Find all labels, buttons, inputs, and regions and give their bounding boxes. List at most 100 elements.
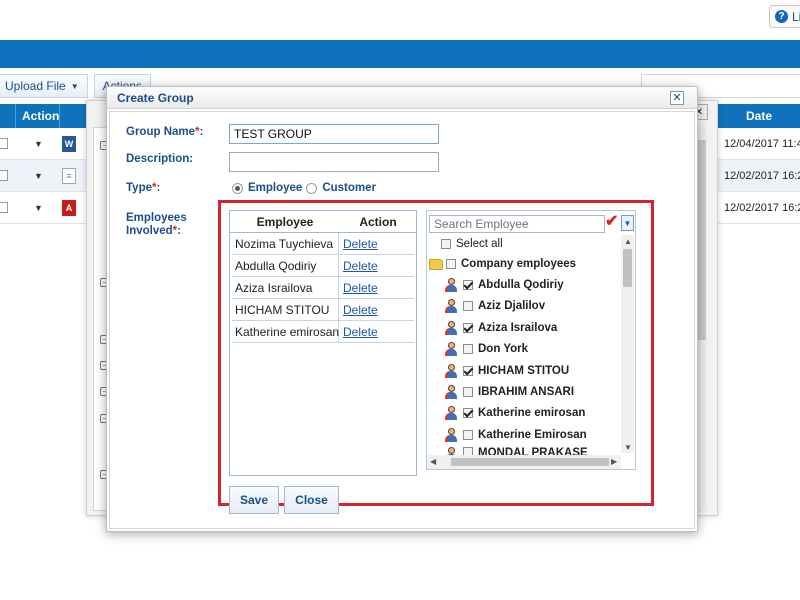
action-column-header: Action: [359, 215, 397, 229]
tree-employee-item[interactable]: Katherine Emirosan: [445, 426, 587, 444]
help-icon: ?: [775, 10, 788, 23]
employee-checkbox[interactable]: [463, 387, 473, 397]
tree-employee-item[interactable]: Abdulla Qodiriy: [445, 276, 564, 294]
select-all-checkbox[interactable]: [441, 239, 451, 249]
employee-checkbox[interactable]: [463, 344, 473, 354]
help-label: Li: [792, 9, 800, 24]
customer-radio[interactable]: [306, 182, 318, 194]
scroll-down-icon[interactable]: ▼: [624, 443, 632, 452]
delete-link[interactable]: Delete: [339, 237, 378, 251]
delete-link[interactable]: Delete: [339, 325, 378, 339]
table-row[interactable]: ▼ ≡: [0, 160, 86, 192]
employee-checkbox[interactable]: [463, 280, 473, 290]
tree-vertical-scroll-thumb[interactable]: [623, 249, 632, 287]
employee-name: Nozima Tuychieva: [232, 233, 339, 254]
close-button[interactable]: Close: [284, 486, 339, 514]
upload-file-label: Upload File: [5, 79, 66, 93]
employee-tree-selector: ✔ ▼ Select all Company employees Abdulla…: [426, 210, 636, 470]
table-row: Abdulla Qodiriy Delete: [232, 255, 414, 277]
pdf-file-icon: A: [62, 199, 76, 216]
employee-checkbox[interactable]: [463, 447, 473, 455]
person-icon: [445, 428, 457, 442]
selected-employees-table: Employee Action Nozima Tuychieva Delete …: [229, 210, 417, 476]
delete-link[interactable]: Delete: [339, 281, 378, 295]
tree-employee-item[interactable]: Don York: [445, 340, 528, 358]
tree-employee-item[interactable]: Katherine emirosan: [445, 404, 585, 422]
table-row: Aziza Israilova Delete: [232, 277, 414, 299]
employee-label: Katherine emirosan: [478, 407, 586, 419]
dialog-close-icon[interactable]: ✕: [670, 91, 684, 105]
table-row[interactable]: ▼ A: [0, 192, 86, 224]
scroll-right-icon[interactable]: ▶: [611, 457, 617, 466]
tree-employee-item[interactable]: Aziz Djalilov: [445, 297, 545, 315]
tree-group-company-employees[interactable]: Company employees: [429, 255, 576, 273]
type-label: Type*:: [126, 182, 160, 194]
employee-checkbox[interactable]: [463, 408, 473, 418]
table-row: HICHAM STITOU Delete: [232, 299, 414, 321]
employee-name: HICHAM STITOU: [232, 299, 339, 320]
group-name-label-text: Group Name: [126, 126, 196, 138]
scroll-up-icon[interactable]: ▲: [624, 237, 632, 246]
type-radio-group: Employee Customer: [232, 182, 376, 194]
row-checkbox[interactable]: [0, 202, 8, 213]
description-input[interactable]: [229, 152, 439, 172]
person-icon: [445, 299, 457, 313]
employee-column-header: Employee: [256, 215, 314, 229]
dialog-body: Group Name*: Description: Type*: Employe…: [109, 111, 695, 529]
delete-link[interactable]: Delete: [339, 259, 378, 273]
tree-employee-item[interactable]: IBRAHIM ANSARI: [445, 383, 574, 401]
tree-employee-item[interactable]: Aziza Israilova: [445, 319, 557, 337]
row-action-dropdown-icon[interactable]: ▼: [34, 203, 58, 213]
row-action-dropdown-icon[interactable]: ▼: [34, 171, 58, 181]
employee-checkbox[interactable]: [463, 301, 473, 311]
group-label: Company employees: [461, 258, 577, 270]
person-icon: [445, 278, 457, 292]
type-label-text: Type: [126, 182, 152, 194]
row-checkbox[interactable]: [0, 170, 8, 181]
label-colon: :: [199, 126, 204, 138]
employee-name: Aziza Israilova: [232, 277, 339, 298]
clear-search-icon[interactable]: ✔: [605, 214, 618, 230]
help-button[interactable]: ? Li: [769, 5, 800, 28]
customer-radio-label[interactable]: Customer: [322, 182, 376, 194]
action-column-header: Action: [16, 104, 60, 128]
employee-name: Abdulla Qodiriy: [232, 255, 339, 276]
employee-radio[interactable]: [232, 182, 243, 194]
folder-open-icon: [429, 258, 443, 270]
select-column-header: [0, 104, 16, 128]
tree-employee-item[interactable]: MONDAL PRAKASE: [445, 447, 588, 455]
expand-all-icon[interactable]: ▼: [621, 215, 634, 231]
tree-employee-item[interactable]: HICHAM STITOU: [445, 362, 569, 380]
caret-down-icon: ▼: [70, 81, 79, 91]
employee-label: Aziza Israilova: [478, 322, 558, 334]
employee-checkbox[interactable]: [463, 430, 473, 440]
employee-label: HICHAM STITOU: [478, 365, 570, 377]
person-icon: [445, 364, 457, 378]
group-checkbox[interactable]: [446, 259, 456, 269]
save-button[interactable]: Save: [229, 486, 279, 514]
background-scrollbar-thumb[interactable]: [698, 140, 706, 340]
person-icon: [445, 447, 457, 455]
employees-involved-label: Employees Involved*:: [126, 212, 187, 238]
person-icon: [445, 406, 457, 420]
table-row[interactable]: ▼ W: [0, 128, 86, 160]
scroll-left-icon[interactable]: ◀: [430, 457, 436, 466]
delete-link[interactable]: Delete: [339, 303, 378, 317]
employee-search-input[interactable]: [429, 215, 605, 233]
date-cell: 12/02/2017 16:29: [718, 160, 800, 192]
tree-horizontal-scroll-thumb[interactable]: [451, 458, 609, 466]
employee-checkbox[interactable]: [463, 323, 473, 333]
upload-file-button[interactable]: Upload File ▼: [0, 74, 88, 98]
select-all-item[interactable]: Select all: [441, 235, 503, 253]
group-name-input[interactable]: [229, 124, 439, 144]
row-checkbox[interactable]: [0, 138, 8, 149]
generic-file-icon: ≡: [62, 167, 76, 184]
employee-name: Katherine emirosan: [232, 321, 339, 342]
table-row: Katherine emirosan Delete: [232, 321, 414, 343]
file-table-header: Action: [0, 104, 86, 128]
employee-label: MONDAL PRAKASE: [478, 447, 588, 455]
employee-checkbox[interactable]: [463, 366, 473, 376]
select-all-label: Select all: [456, 238, 503, 250]
row-action-dropdown-icon[interactable]: ▼: [34, 139, 58, 149]
employee-radio-label[interactable]: Employee: [248, 182, 302, 194]
